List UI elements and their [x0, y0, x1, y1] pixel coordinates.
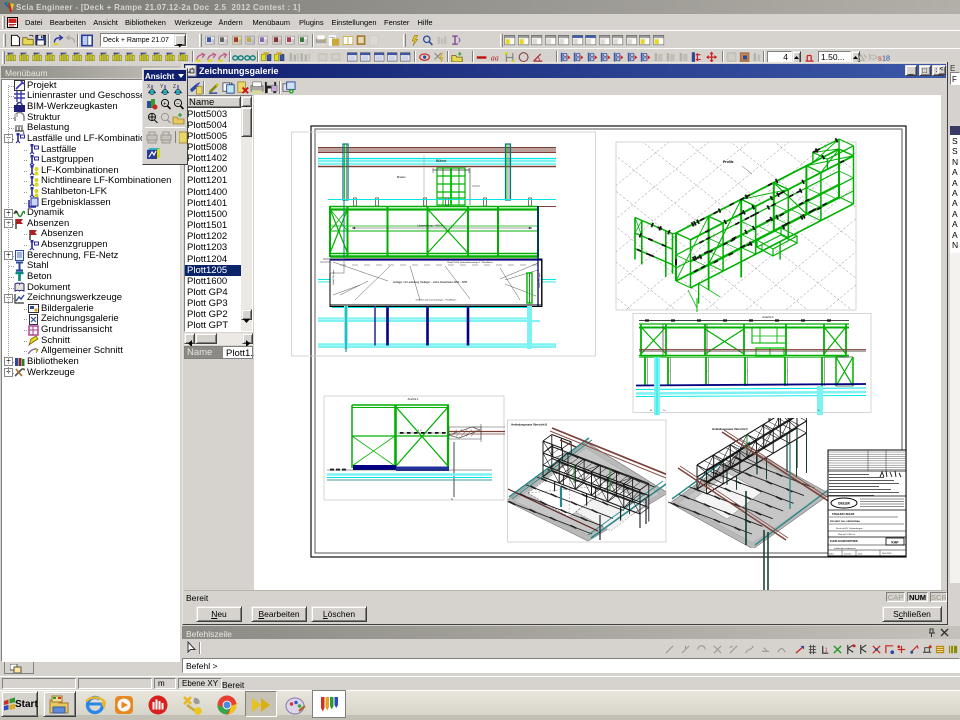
- svg-text:Deck: Deck: [858, 554, 862, 556]
- svg-text:Y: Y: [160, 84, 164, 90]
- svg-text:Z: Z: [173, 84, 176, 90]
- svg-text:PROJEKT DGL.GERÜSTBAU: PROJEKT DGL.GERÜSTBAU: [830, 520, 860, 523]
- svg-text:X: X: [147, 84, 151, 90]
- svg-text:Plott(2,5/10) Verbundrohranlag: Plott(2,5/10) Verbundrohranlage 1 - Plan…: [447, 261, 494, 264]
- svg-text:Profile: Profile: [723, 160, 734, 164]
- svg-text:−: −: [176, 102, 180, 108]
- svg-text:M: M: [650, 410, 652, 412]
- svg-text:I: I: [707, 371, 708, 373]
- svg-text:KAP: KAP: [891, 541, 899, 545]
- svg-text:Verbindungsraum Übersicht B: Verbindungsraum Übersicht B: [511, 424, 547, 427]
- svg-text:Verb(2,5,-50) monorohrlager –: Verb(2,5,-50) monorohrlager – Plan/Büros: [416, 299, 458, 302]
- svg-text:aa: aa: [491, 53, 499, 62]
- svg-text:I: I: [669, 371, 670, 373]
- svg-text:KLEIN ACHIM PARTNER: KLEIN ACHIM PARTNER: [830, 540, 858, 543]
- svg-text:Deck mit 45° Verbindungen: Deck mit 45° Verbindungen: [836, 527, 863, 530]
- svg-text:schlab.obris stadtverwal.: schlab.obris stadtverwal.: [834, 547, 856, 550]
- svg-text:Längsrichtung ~ 44,5 m: Längsrichtung ~ 44,5 m: [417, 225, 442, 228]
- svg-text:Plott mit 2,5/10 m: Plott mit 2,5/10 m: [838, 533, 855, 536]
- svg-text:1: 1: [824, 647, 827, 653]
- svg-text:Ansicht 2: Ansicht 2: [408, 397, 419, 401]
- svg-text:21.07.12: 21.07.12: [844, 554, 851, 556]
- svg-text:Verbindungsraum Übersicht C: Verbindungsraum Übersicht C: [712, 428, 748, 431]
- svg-text:DEILER: DEILER: [838, 502, 850, 506]
- svg-text:18: 18: [882, 53, 890, 62]
- svg-text:+: +: [163, 102, 167, 108]
- svg-text:Index: Index: [829, 554, 834, 556]
- svg-text:Auflager mit Lederberg Stellag: Auflager mit Lederberg Stellager – siehe…: [393, 280, 468, 284]
- svg-text:Verb(2,5) Lager: Verb(2,5) Lager: [332, 270, 335, 285]
- svg-text:Bracket: Bracket: [397, 176, 406, 179]
- svg-text:Bühne: Bühne: [436, 159, 446, 163]
- svg-text:5 x I: 5 x I: [418, 430, 423, 432]
- svg-text:STAHLBAU DEILER: STAHLBAU DEILER: [832, 513, 855, 516]
- svg-text:I.a: I.a: [663, 410, 666, 412]
- svg-text:Ansicht 1: Ansicht 1: [762, 315, 774, 319]
- svg-text:Plo-P1205: Plo-P1205: [882, 553, 892, 555]
